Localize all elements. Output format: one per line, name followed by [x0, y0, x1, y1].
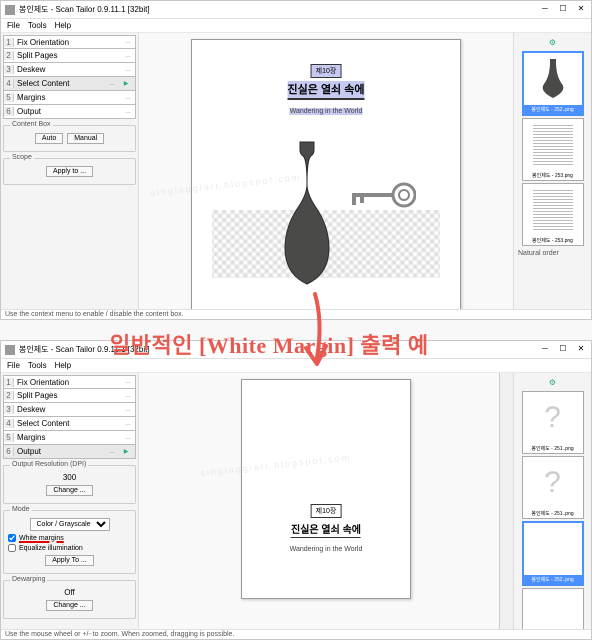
- top-app-window: 봉인제도 - Scan Tailor 0.9.11.1 [32bit] ─ ☐ …: [0, 0, 592, 320]
- titlebar[interactable]: 봉인제도 - Scan Tailor 0.9.11.1 [32bit] ─ ☐ …: [1, 1, 591, 19]
- chapter-subtitle: Wandering in the World: [290, 546, 363, 553]
- close-button[interactable]: ✕: [573, 341, 589, 355]
- menubar: File Tools Help: [1, 359, 591, 373]
- resolution-panel: Output Resolution (DPI) 300 Change ...: [3, 465, 136, 504]
- vertical-scrollbar[interactable]: [499, 373, 513, 629]
- minimize-button[interactable]: ─: [537, 341, 553, 355]
- dewarp-panel: Dewarping Off Change ...: [3, 580, 136, 619]
- thumbnail[interactable]: 봉인제도 - 252..png: [522, 588, 584, 629]
- page-preview-area[interactable]: Output 제10장 진실은 열쇠 속에 Wandering in the W…: [139, 373, 513, 629]
- thumbnail[interactable]: 봉인제도 - 253.png: [522, 118, 584, 181]
- play-icon[interactable]: [119, 446, 133, 458]
- menu-file[interactable]: File: [7, 361, 20, 370]
- minimize-button[interactable]: ─: [537, 1, 553, 15]
- equalize-label: Equalize illumination: [19, 545, 83, 552]
- step-output[interactable]: 6Output…: [3, 105, 136, 119]
- menu-help[interactable]: Help: [55, 21, 71, 30]
- apply-to-button[interactable]: Apply to ...: [46, 166, 93, 177]
- step-deskew[interactable]: 3Deskew…: [3, 63, 136, 77]
- sidebar: 1Fix Orientation… 2Split Pages… 3Deskew……: [1, 33, 139, 309]
- key-illustration: [346, 178, 416, 212]
- page-preview: 제10장 진실은 열쇠 속에 Wandering in the World: [191, 39, 461, 309]
- sidebar: 1Fix Orientation… 2Split Pages… 3Deskew……: [1, 373, 139, 629]
- annotation-text: 일반적인 [White Margin] 출력 예: [110, 328, 429, 360]
- manual-button[interactable]: Manual: [67, 133, 104, 144]
- page-illustration: [212, 128, 440, 308]
- thumbnail[interactable]: 봉인제도 - 253.png: [522, 183, 584, 246]
- step-fix-orientation[interactable]: 1Fix Orientation…: [3, 375, 136, 389]
- auto-button[interactable]: Auto: [35, 133, 63, 144]
- chapter-label: 제10장: [311, 504, 342, 518]
- apply-mode-button[interactable]: Apply To ...: [45, 555, 94, 566]
- step-split-pages[interactable]: 2Split Pages…: [3, 389, 136, 403]
- step-fix-orientation[interactable]: 1Fix Orientation…: [3, 35, 136, 49]
- thumbnail[interactable]: 봉인제도 - 252..png: [522, 51, 584, 116]
- vase-illustration: [272, 140, 342, 290]
- step-select-content[interactable]: 4Select Content…: [3, 417, 136, 431]
- menubar: File Tools Help: [1, 19, 591, 33]
- page-preview: 제10장 진실은 열쇠 속에 Wandering in the World: [241, 379, 411, 599]
- change-dpi-button[interactable]: Change ...: [46, 485, 92, 496]
- bottom-app-window: 봉인제도 - Scan Tailor 0.9.11.1 [32bit] ─ ☐ …: [0, 340, 592, 640]
- menu-tools[interactable]: Tools: [28, 361, 47, 370]
- chapter-subtitle: Wandering in the World: [290, 108, 363, 115]
- thumb-order-label[interactable]: Natural order: [516, 248, 589, 259]
- step-deskew[interactable]: 3Deskew…: [3, 403, 136, 417]
- white-margins-label: White margins: [19, 535, 64, 542]
- gear-icon[interactable]: ⚙: [516, 35, 589, 49]
- thumbnail[interactable]: 봉인제도 - 252..png: [522, 521, 584, 586]
- step-output[interactable]: 6Output…: [3, 445, 136, 459]
- thumbnail-panel: ⚙ 봉인제도 - 252..png 봉인제도 - 253.png 봉인제도 - …: [513, 33, 591, 309]
- menu-help[interactable]: Help: [55, 361, 71, 370]
- maximize-button[interactable]: ☐: [555, 341, 571, 355]
- maximize-button[interactable]: ☐: [555, 1, 571, 15]
- menu-file[interactable]: File: [7, 21, 20, 30]
- step-list: 1Fix Orientation… 2Split Pages… 3Deskew……: [3, 375, 136, 459]
- mode-panel: Mode Color / Grayscale White margins Equ…: [3, 510, 136, 574]
- scope-panel: Scope Apply to ...: [3, 158, 136, 185]
- step-split-pages[interactable]: 2Split Pages…: [3, 49, 136, 63]
- workspace: 1Fix Orientation… 2Split Pages… 3Deskew……: [1, 373, 591, 629]
- change-dewarp-button[interactable]: Change ...: [46, 600, 92, 611]
- app-icon: [5, 345, 15, 355]
- white-margins-checkbox[interactable]: [8, 534, 16, 542]
- step-select-content[interactable]: 4Select Content…: [3, 77, 136, 91]
- statusbar: Use the context menu to enable / disable…: [1, 309, 591, 319]
- chapter-title: 진실은 열쇠 속에: [288, 81, 365, 100]
- thumbnail[interactable]: ?봉인제도 - 251..png: [522, 391, 584, 454]
- equalize-checkbox[interactable]: [8, 544, 16, 552]
- thumbnail-panel: ⚙ ?봉인제도 - 251..png ?봉인제도 - 251..png 봉인제도…: [513, 373, 591, 629]
- content-box-panel: Content Box Auto Manual: [3, 125, 136, 152]
- page-preview-area[interactable]: 제10장 진실은 열쇠 속에 Wandering in the World: [139, 33, 513, 309]
- play-icon[interactable]: [119, 78, 133, 90]
- chapter-label: 제10장: [311, 64, 342, 78]
- statusbar: Use the mouse wheel or +/- to zoom. When…: [1, 629, 591, 639]
- chapter-title: 진실은 열쇠 속에: [291, 521, 361, 538]
- gear-icon[interactable]: ⚙: [516, 375, 589, 389]
- menu-tools[interactable]: Tools: [28, 21, 47, 30]
- step-list: 1Fix Orientation… 2Split Pages… 3Deskew……: [3, 35, 136, 119]
- close-button[interactable]: ✕: [573, 1, 589, 15]
- workspace: 1Fix Orientation… 2Split Pages… 3Deskew……: [1, 33, 591, 309]
- color-mode-select[interactable]: Color / Grayscale: [30, 518, 110, 531]
- step-margins[interactable]: 5Margins…: [3, 91, 136, 105]
- dpi-value: 300: [63, 473, 76, 482]
- app-icon: [5, 5, 15, 15]
- thumbnail[interactable]: ?봉인제도 - 251..png: [522, 456, 584, 519]
- dewarp-value: Off: [64, 588, 75, 597]
- step-margins[interactable]: 5Margins…: [3, 431, 136, 445]
- window-title: 봉인제도 - Scan Tailor 0.9.11.1 [32bit]: [19, 4, 150, 15]
